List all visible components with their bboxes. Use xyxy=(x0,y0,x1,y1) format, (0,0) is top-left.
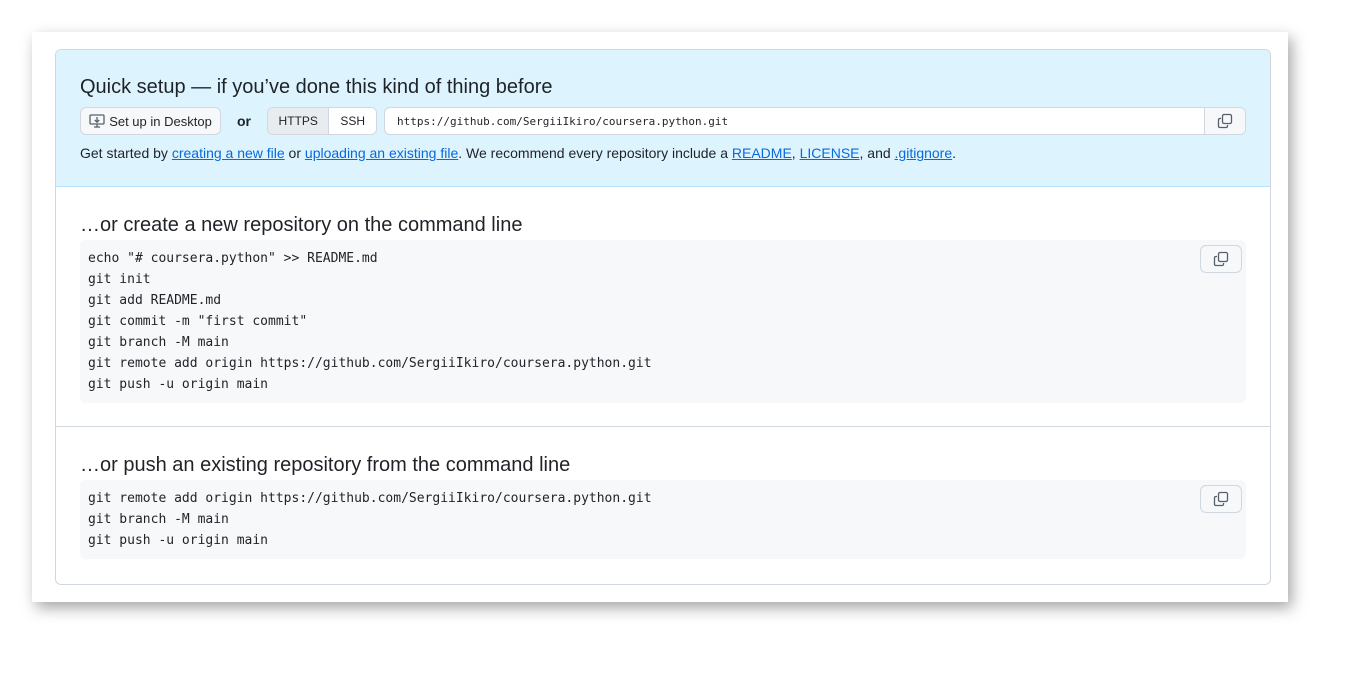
help-prefix: Get started by xyxy=(80,145,172,161)
help-and: , and xyxy=(859,145,895,161)
creating-new-file-link[interactable]: creating a new file xyxy=(172,145,285,161)
help-between: or xyxy=(284,145,305,161)
empty-repo-setup-box: Quick setup — if you’ve done this kind o… xyxy=(55,49,1271,585)
window-frame: Quick setup — if you’ve done this kind o… xyxy=(32,32,1288,602)
license-link[interactable]: LICENSE xyxy=(800,145,860,161)
clone-url-input[interactable] xyxy=(385,108,1204,134)
protocol-selector: HTTPS SSH xyxy=(267,107,377,135)
desktop-download-icon xyxy=(89,113,105,129)
push-repo-commands: git remote add origin https://github.com… xyxy=(88,491,652,548)
create-repo-commands: echo "# coursera.python" >> README.md gi… xyxy=(88,251,652,392)
copy-icon xyxy=(1213,251,1229,267)
uploading-existing-file-link[interactable]: uploading an existing file xyxy=(305,145,458,161)
copy-url-button[interactable] xyxy=(1204,108,1245,134)
getting-started-help: Get started by creating a new file or up… xyxy=(80,145,956,161)
readme-link[interactable]: README xyxy=(732,145,792,161)
copy-create-commands-button[interactable] xyxy=(1200,245,1242,273)
create-repo-title: …or create a new repository on the comma… xyxy=(80,214,523,236)
set-up-in-desktop-button[interactable]: Set up in Desktop xyxy=(80,107,221,135)
push-repo-title: …or push an existing repository from the… xyxy=(80,454,571,476)
or-label: or xyxy=(237,113,251,129)
create-repo-section: …or create a new repository on the comma… xyxy=(56,187,1270,427)
https-tab[interactable]: HTTPS xyxy=(268,108,330,134)
gitignore-link[interactable]: .gitignore xyxy=(895,145,953,161)
push-repo-section: …or push an existing repository from the… xyxy=(56,427,1270,584)
set-up-in-desktop-label: Set up in Desktop xyxy=(109,113,212,129)
copy-icon xyxy=(1213,491,1229,507)
help-suffix: . xyxy=(952,145,957,161)
copy-icon xyxy=(1217,113,1233,129)
help-middle: . We recommend every repository include … xyxy=(458,145,732,161)
create-repo-code-block: echo "# coursera.python" >> README.md gi… xyxy=(80,240,1246,403)
ssh-tab[interactable]: SSH xyxy=(329,108,376,134)
help-comma: , xyxy=(791,145,800,161)
copy-push-commands-button[interactable] xyxy=(1200,485,1242,513)
quick-setup-title: Quick setup — if you’ve done this kind o… xyxy=(80,76,553,98)
push-repo-code-block: git remote add origin https://github.com… xyxy=(80,480,1246,559)
quick-setup-panel: Quick setup — if you’ve done this kind o… xyxy=(56,50,1270,187)
clone-url-group xyxy=(384,107,1246,135)
